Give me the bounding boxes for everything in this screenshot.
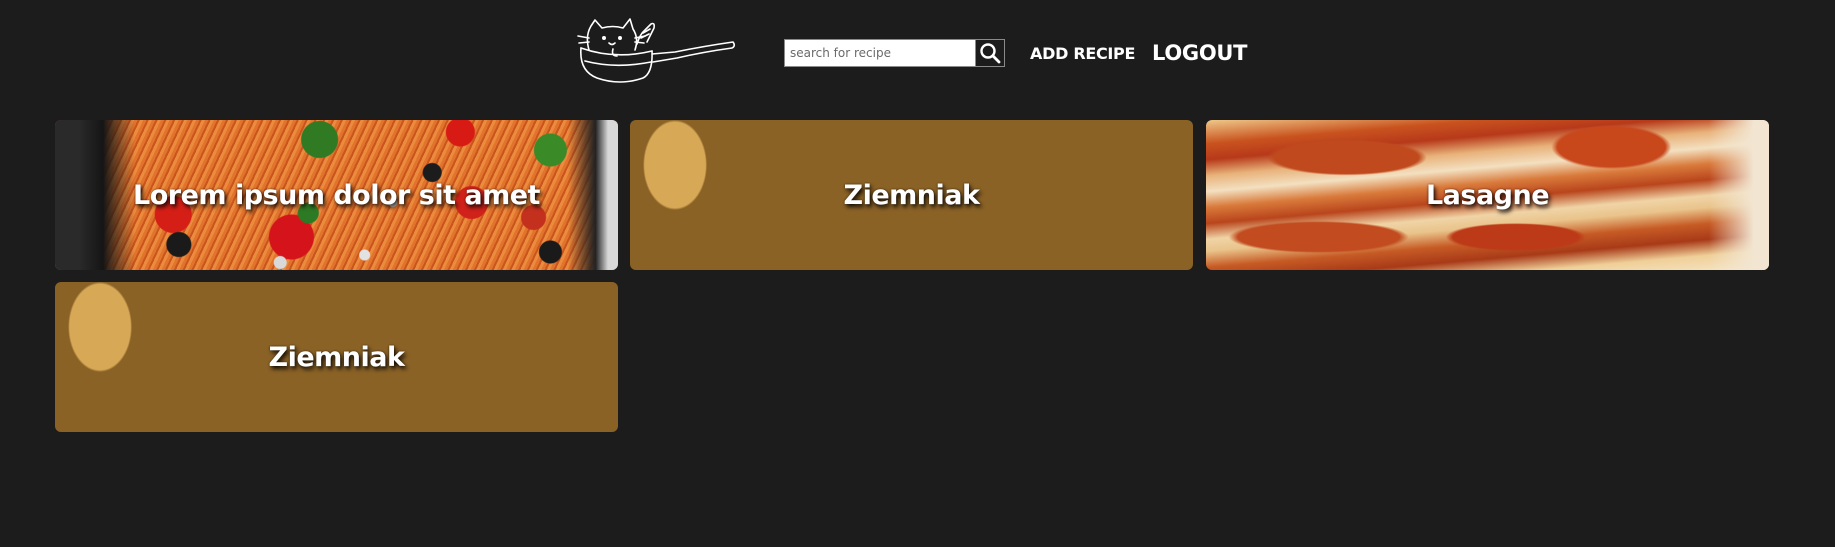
recipe-card-title: Lorem ipsum dolor sit amet	[133, 179, 540, 211]
add-recipe-link[interactable]: ADD RECIPE	[1030, 44, 1135, 63]
search-button[interactable]	[975, 40, 1004, 66]
recipe-card[interactable]: Lorem ipsum dolor sit amet	[55, 120, 618, 270]
logout-link[interactable]: LOGOUT	[1152, 41, 1247, 65]
recipe-card-title: Ziemniak	[268, 341, 405, 373]
search-bar	[784, 39, 1005, 67]
recipe-card-title: Lasagne	[1425, 179, 1550, 211]
recipe-card[interactable]: Lasagne	[1206, 120, 1769, 270]
recipe-card-title: Ziemniak	[843, 179, 980, 211]
recipe-card[interactable]: Ziemniak	[55, 282, 618, 432]
cat-in-pan-logo[interactable]	[575, 16, 740, 86]
search-input[interactable]	[785, 40, 975, 66]
recipe-card[interactable]: Ziemniak	[630, 120, 1193, 270]
header: ADD RECIPE LOGOUT	[0, 0, 1835, 110]
search-icon	[980, 43, 1001, 64]
